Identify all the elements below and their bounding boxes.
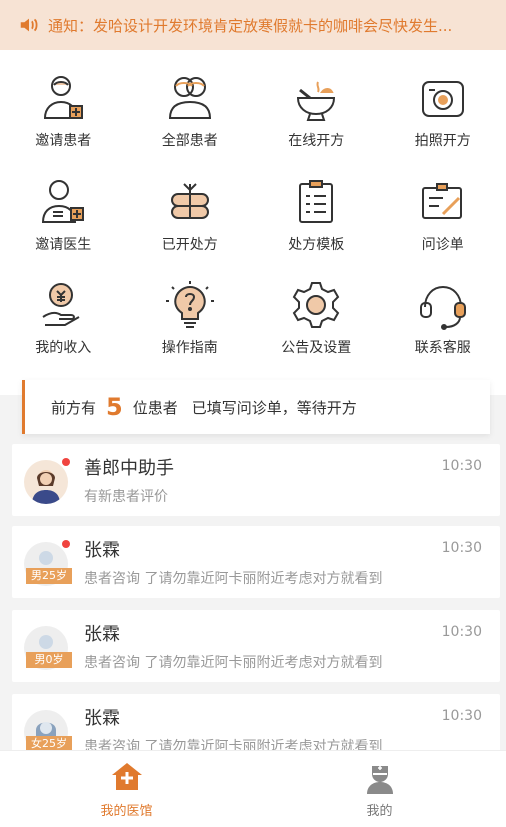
grid-item-label: 操作指南 bbox=[161, 340, 218, 357]
grid-item-label: 全部患者 bbox=[161, 133, 218, 149]
grid-item-photo-prescription[interactable]: 拍照开方 bbox=[380, 72, 506, 176]
income-icon bbox=[42, 283, 80, 327]
grid-item-label: 处方模板 bbox=[288, 236, 345, 253]
grid-item-settings[interactable]: 公告及设置 bbox=[253, 279, 380, 383]
queue-suffix: 位患者 bbox=[132, 398, 178, 417]
message-card[interactable]: 男0岁 张霖 患者咨询 了请勿靠近阿卡丽附近考虑对方就看到 10:30 bbox=[12, 610, 500, 682]
unread-dot bbox=[62, 540, 70, 548]
tab-label: 我的医馆 bbox=[100, 803, 153, 819]
questionnaire-icon bbox=[421, 182, 462, 219]
settings-icon bbox=[293, 282, 340, 329]
message-time: 10:30 bbox=[441, 708, 482, 724]
function-grid: 邀请患者 全部患者 在线开方 拍照开方 邀请医生 已开处方 处方模板 问诊单 我… bbox=[0, 50, 506, 395]
grid-item-label: 邀请医生 bbox=[35, 236, 92, 253]
doctor-profile-icon bbox=[366, 765, 393, 794]
tab-my-clinic[interactable]: 我的医馆 bbox=[0, 751, 253, 827]
grid-item-label: 拍照开方 bbox=[414, 133, 471, 149]
message-name: 张霖 bbox=[84, 708, 120, 729]
guide-icon bbox=[165, 281, 214, 329]
grid-item-guide[interactable]: 操作指南 bbox=[127, 279, 254, 383]
message-text: 患者咨询 了请勿靠近阿卡丽附近考虑对方就看到 bbox=[84, 655, 383, 671]
queue-prefix: 前方有 bbox=[51, 398, 97, 417]
grid-item-label: 问诊单 bbox=[421, 236, 464, 253]
grid-item-label: 邀请患者 bbox=[35, 133, 92, 149]
tab-label: 我的 bbox=[366, 803, 393, 819]
message-text: 患者咨询 了请勿靠近阿卡丽附近考虑对方就看到 bbox=[84, 739, 383, 750]
camera-icon bbox=[421, 81, 464, 117]
tab-bar: 我的医馆 我的 bbox=[0, 750, 506, 827]
message-text: 有新患者评价 bbox=[84, 489, 168, 505]
grid-item-label: 在线开方 bbox=[288, 133, 345, 149]
invite-patient-icon bbox=[44, 76, 84, 119]
grid-item-label: 联系客服 bbox=[414, 340, 471, 357]
queue-tail: 已填写问诊单，等待开方 bbox=[191, 398, 357, 417]
message-time: 10:30 bbox=[441, 540, 482, 556]
grid-item-template[interactable]: 处方模板 bbox=[253, 176, 380, 280]
avatar bbox=[24, 460, 68, 504]
queue-banner[interactable]: 前方有 5 位患者 已填写问诊单，等待开方 bbox=[22, 380, 490, 434]
assistant-avatar-icon bbox=[32, 470, 60, 504]
message-card[interactable]: 女25岁 张霖 患者咨询 了请勿靠近阿卡丽附近考虑对方就看到 10:30 bbox=[12, 694, 500, 750]
message-list: 善郎中助手 有新患者评价 10:30 男25岁 张霖 患者咨询 了请勿靠近阿卡丽… bbox=[0, 444, 506, 750]
grid-item-online-prescription[interactable]: 在线开方 bbox=[253, 72, 380, 176]
grid-item-income[interactable]: 我的收入 bbox=[0, 279, 127, 383]
patient-tag: 男0岁 bbox=[26, 652, 72, 668]
template-icon bbox=[299, 179, 334, 223]
message-card[interactable]: 善郎中助手 有新患者评价 10:30 bbox=[12, 444, 500, 516]
grid-item-all-patients[interactable]: 全部患者 bbox=[127, 72, 254, 176]
tab-mine[interactable]: 我的 bbox=[253, 751, 506, 827]
invite-doctor-icon bbox=[42, 179, 85, 223]
speaker-icon bbox=[20, 18, 38, 32]
notice-bar[interactable]: 通知： 发哈设计开发环境肯定放寒假就卡的咖啡会尽快发生... bbox=[0, 0, 506, 50]
message-name: 张霖 bbox=[84, 624, 120, 645]
grid-item-support[interactable]: 联系客服 bbox=[380, 279, 506, 383]
message-name: 张霖 bbox=[84, 540, 120, 561]
message-card[interactable]: 男25岁 张霖 患者咨询 了请勿靠近阿卡丽附近考虑对方就看到 10:30 bbox=[12, 526, 500, 598]
grid-item-label: 我的收入 bbox=[35, 340, 92, 357]
unread-dot bbox=[62, 458, 70, 466]
message-time: 10:30 bbox=[441, 624, 482, 640]
message-text: 患者咨询 了请勿靠近阿卡丽附近考虑对方就看到 bbox=[84, 571, 383, 587]
grid-item-label: 已开处方 bbox=[161, 236, 218, 253]
notice-label: 通知： bbox=[48, 16, 94, 35]
clinic-icon bbox=[111, 762, 142, 790]
notice-text: 发哈设计开发环境肯定放寒假就卡的咖啡会尽快发生... bbox=[93, 16, 453, 35]
message-name: 善郎中助手 bbox=[84, 458, 174, 479]
all-patients-icon bbox=[168, 77, 211, 119]
patient-tag: 女25岁 bbox=[26, 736, 72, 750]
grid-item-invite-doctor[interactable]: 邀请医生 bbox=[0, 176, 127, 280]
prescribed-icon bbox=[170, 182, 209, 219]
message-time: 10:30 bbox=[441, 458, 482, 474]
online-prescription-icon bbox=[297, 81, 336, 121]
grid-item-questionnaire[interactable]: 问诊单 bbox=[380, 176, 506, 280]
support-icon bbox=[419, 286, 466, 331]
queue-count: 5 bbox=[106, 393, 123, 421]
grid-item-prescribed[interactable]: 已开处方 bbox=[127, 176, 254, 280]
patient-tag: 男25岁 bbox=[26, 568, 72, 584]
grid-item-label: 公告及设置 bbox=[281, 340, 352, 357]
grid-item-invite-patient[interactable]: 邀请患者 bbox=[0, 72, 127, 176]
